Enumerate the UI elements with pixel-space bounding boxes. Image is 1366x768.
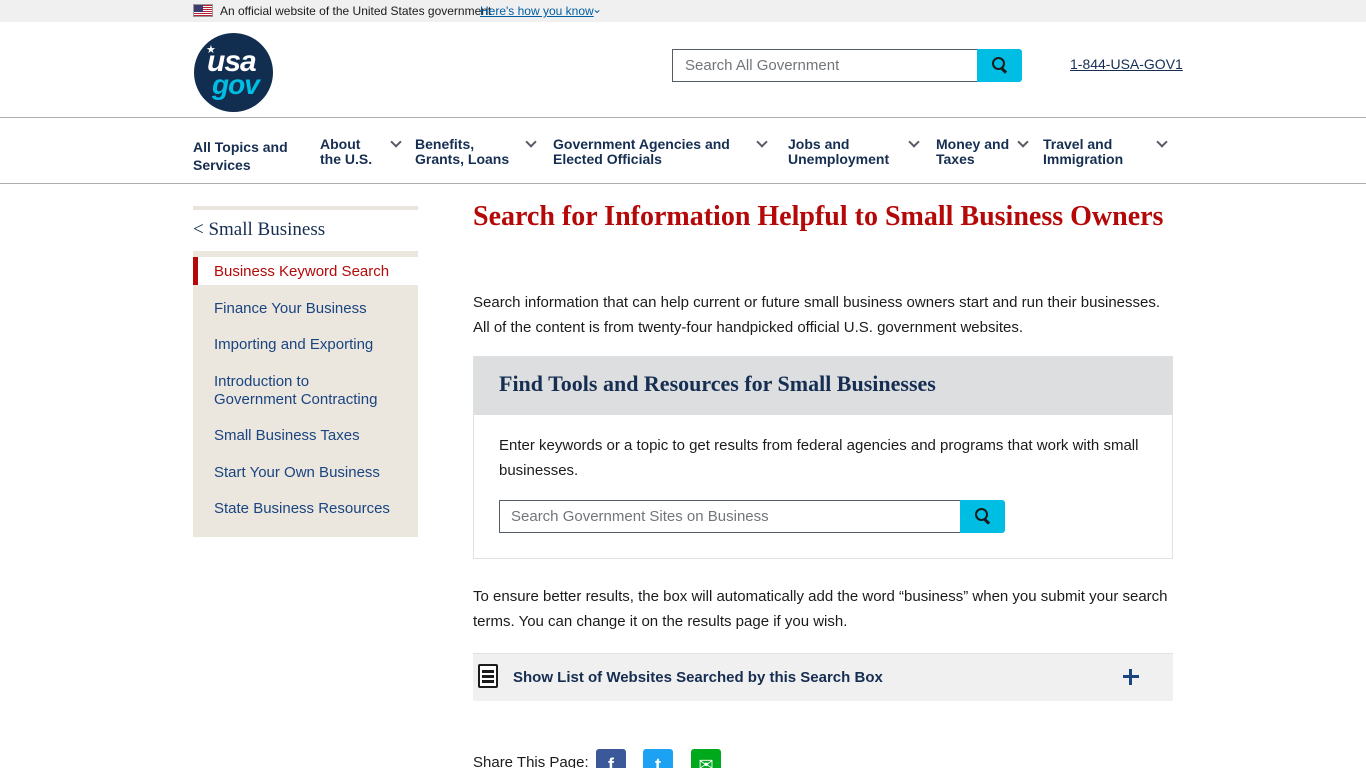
nav-item-travel[interactable]: Travel and Immigration bbox=[1043, 137, 1123, 167]
heres-how-you-know-link[interactable]: Here's how you know bbox=[480, 4, 594, 18]
share-label: Share This Page: bbox=[473, 754, 589, 768]
sidebar-item-label: Government Contracting bbox=[214, 391, 378, 408]
nav-item-jobs[interactable]: Jobs and Unemployment bbox=[788, 137, 889, 167]
nav-item-label: Elected Officials bbox=[553, 151, 662, 167]
chevron-down-icon[interactable] bbox=[1156, 136, 1168, 148]
phone-link[interactable]: 1-844-USA-GOV1 bbox=[1070, 56, 1183, 72]
search-button[interactable] bbox=[977, 49, 1022, 82]
us-flag-icon bbox=[193, 4, 213, 17]
business-search-input[interactable] bbox=[499, 500, 961, 533]
nav-item-agencies[interactable]: Government Agencies and Elected Official… bbox=[553, 137, 730, 167]
usagov-logo[interactable]: ★ usa gov bbox=[194, 33, 273, 112]
nav-item-label: All Topics and bbox=[193, 139, 288, 155]
nav-item-benefits[interactable]: Benefits, Grants, Loans bbox=[415, 137, 509, 167]
document-list-icon bbox=[478, 664, 498, 688]
chevron-down-icon[interactable] bbox=[756, 136, 768, 148]
nav-item-label: Grants, Loans bbox=[415, 151, 510, 167]
sidebar-item-importing[interactable]: Importing and Exporting bbox=[214, 336, 373, 354]
nav-item-label: Money and bbox=[936, 136, 1010, 152]
nav-item-label: About bbox=[320, 136, 361, 152]
sidebar-item-state-resources[interactable]: State Business Resources bbox=[214, 500, 390, 518]
accordion-label[interactable]: Show List of Websites Searched by this S… bbox=[513, 669, 883, 686]
sidebar-item-taxes[interactable]: Small Business Taxes bbox=[214, 427, 360, 445]
nav-item-money[interactable]: Money and Taxes bbox=[936, 137, 1009, 167]
search-icon bbox=[975, 508, 989, 522]
search-all-government-input[interactable] bbox=[672, 49, 978, 82]
tool-box-heading: Find Tools and Resources for Small Busin… bbox=[499, 371, 936, 396]
chevron-down-icon[interactable] bbox=[525, 136, 537, 148]
business-search-button[interactable] bbox=[960, 500, 1005, 533]
nav-item-label: Taxes bbox=[936, 151, 975, 167]
intro-text: Search information that can help current… bbox=[473, 294, 1161, 336]
page-title: Search for Information Helpful to Small … bbox=[473, 201, 1164, 232]
official-banner: An official website of the United States… bbox=[0, 0, 1366, 22]
logo-gov-text: gov bbox=[212, 69, 260, 100]
sidebar-item-contracting[interactable]: Introduction to Government Contracting bbox=[214, 373, 377, 409]
facebook-share-icon[interactable]: f bbox=[596, 749, 626, 768]
sidebar-item-start-business[interactable]: Start Your Own Business bbox=[214, 464, 380, 482]
tool-box-header: Find Tools and Resources for Small Busin… bbox=[474, 357, 1172, 415]
nav-item-about[interactable]: About the U.S. bbox=[320, 137, 372, 167]
chevron-down-icon[interactable] bbox=[908, 136, 920, 148]
nav-item-label: Services bbox=[193, 157, 251, 173]
nav-item-label: Immigration bbox=[1043, 151, 1124, 167]
nav-item-label: the U.S. bbox=[320, 151, 373, 167]
sidebar-nav: Business Keyword Search Finance Your Bus… bbox=[193, 251, 418, 537]
main-nav: All Topics and Services About the U.S. B… bbox=[0, 117, 1366, 184]
chevron-down-icon[interactable] bbox=[1017, 136, 1029, 148]
sidebar-item-business-keyword-search[interactable]: Business Keyword Search bbox=[214, 263, 389, 281]
tool-box-description: Enter keywords or a topic to get results… bbox=[499, 437, 1139, 479]
chevron-down-icon[interactable]: ⌄ bbox=[592, 2, 602, 16]
websites-list-accordion[interactable]: Show List of Websites Searched by this S… bbox=[473, 653, 1173, 701]
nav-item-all-topics[interactable]: All Topics and Services bbox=[193, 138, 288, 174]
nav-item-label: Benefits, bbox=[415, 136, 475, 152]
sidebar-item-finance[interactable]: Finance Your Business bbox=[214, 300, 367, 318]
email-share-icon[interactable]: ✉ bbox=[691, 749, 721, 768]
tool-box: Find Tools and Resources for Small Busin… bbox=[473, 356, 1173, 559]
nav-item-label: Jobs and bbox=[788, 136, 850, 152]
chevron-down-icon[interactable] bbox=[390, 136, 402, 148]
sidebar-divider bbox=[193, 206, 418, 210]
plus-icon[interactable] bbox=[1123, 669, 1139, 685]
nav-item-label: Travel and bbox=[1043, 136, 1113, 152]
sidebar-back-link[interactable]: < Small Business bbox=[193, 219, 325, 241]
twitter-share-icon[interactable]: t bbox=[643, 749, 673, 768]
search-icon bbox=[992, 57, 1006, 71]
official-text: An official website of the United States… bbox=[220, 4, 492, 18]
nav-item-label: Unemployment bbox=[788, 151, 890, 167]
note-text: To ensure better results, the box will a… bbox=[473, 588, 1168, 630]
nav-item-label: Government Agencies and bbox=[553, 136, 730, 152]
sidebar-item-label: Introduction to bbox=[214, 373, 310, 390]
